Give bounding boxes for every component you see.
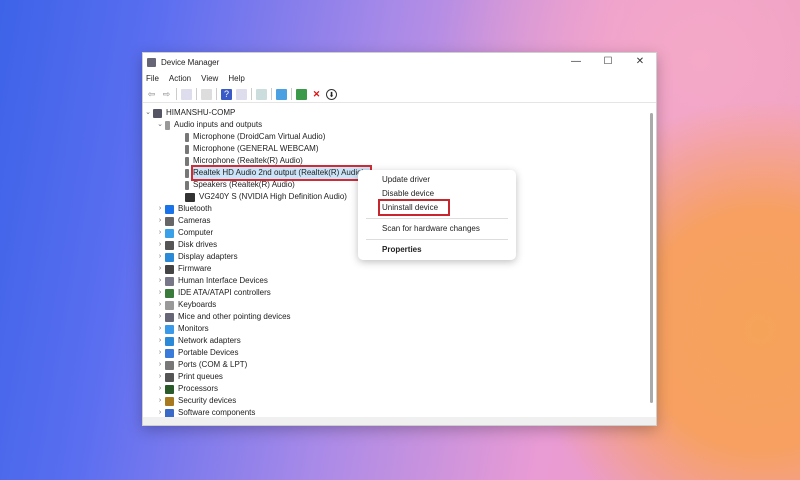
- category-icon: [165, 288, 174, 298]
- category-icon: [165, 300, 174, 310]
- category-item[interactable]: › Security devices: [143, 395, 646, 407]
- chevron-right-icon[interactable]: ›: [155, 287, 165, 299]
- forward-icon[interactable]: ⇨: [161, 89, 172, 100]
- chevron-right-icon[interactable]: ›: [155, 203, 165, 215]
- chevron-right-icon[interactable]: ›: [155, 311, 165, 323]
- monitor-icon[interactable]: [276, 88, 287, 100]
- horizontal-scrollbar[interactable]: [143, 417, 656, 425]
- chevron-right-icon[interactable]: ›: [155, 275, 165, 287]
- speaker-icon: [165, 120, 170, 130]
- show-hidden-icon[interactable]: [201, 88, 212, 100]
- chevron-right-icon[interactable]: ›: [155, 395, 165, 407]
- chevron-down-icon[interactable]: ⌄: [155, 119, 165, 131]
- menu-disable-device[interactable]: Disable device: [358, 187, 516, 201]
- category-icon: [165, 336, 174, 346]
- maximize-button[interactable]: ☐: [592, 53, 624, 71]
- view-icon[interactable]: [236, 88, 247, 100]
- category-icon: [165, 264, 174, 274]
- audio-device-item[interactable]: Microphone (DroidCam Virtual Audio): [143, 131, 646, 143]
- help-icon[interactable]: ?: [221, 88, 232, 100]
- category-icon: [165, 372, 174, 382]
- audio-device-item[interactable]: Microphone (GENERAL WEBCAM): [143, 143, 646, 155]
- category-icon: [165, 228, 174, 238]
- menu-update-driver[interactable]: Update driver: [358, 173, 516, 187]
- category-icon: [165, 348, 174, 358]
- category-item[interactable]: › IDE ATA/ATAPI controllers: [143, 287, 646, 299]
- chevron-right-icon[interactable]: ›: [155, 359, 165, 371]
- vertical-scrollbar[interactable]: [650, 113, 653, 403]
- menu-file[interactable]: File: [146, 74, 159, 83]
- device-tree: ⌄ HIMANSHU-COMP ⌄ Audio inputs and outputs…: [143, 107, 646, 417]
- chevron-right-icon[interactable]: ›: [155, 407, 165, 417]
- window-title: Device Manager: [161, 57, 220, 67]
- chevron-right-icon[interactable]: ›: [155, 347, 165, 359]
- monitor-icon: [185, 192, 195, 202]
- menu-view[interactable]: View: [201, 74, 218, 83]
- update-driver-icon[interactable]: [296, 88, 307, 100]
- selected-device-label: Realtek HD Audio 2nd output (Realtek(R) …: [190, 165, 373, 181]
- category-icon: [165, 240, 174, 250]
- category-icon: [165, 324, 174, 334]
- chevron-right-icon[interactable]: ›: [155, 383, 165, 395]
- chevron-right-icon[interactable]: ›: [155, 263, 165, 275]
- download-icon[interactable]: ⬇: [326, 88, 337, 100]
- properties-icon[interactable]: [181, 88, 192, 100]
- chevron-right-icon[interactable]: ›: [155, 215, 165, 227]
- tree-audio[interactable]: ⌄ Audio inputs and outputs: [143, 119, 646, 131]
- menu-help[interactable]: Help: [228, 74, 244, 83]
- category-icon: [165, 204, 174, 214]
- back-icon[interactable]: ⇦: [146, 89, 157, 100]
- device-manager-icon: [147, 57, 156, 67]
- chevron-right-icon[interactable]: ›: [155, 335, 165, 347]
- category-item[interactable]: › Firmware: [143, 263, 646, 275]
- menu-bar: File Action View Help: [143, 71, 656, 86]
- scan-icon[interactable]: [256, 88, 267, 100]
- category-icon: [165, 396, 174, 406]
- chevron-right-icon[interactable]: ›: [155, 299, 165, 311]
- menu-properties[interactable]: Properties: [358, 243, 516, 257]
- headphones-icon: [185, 168, 189, 178]
- category-item[interactable]: › Ports (COM & LPT): [143, 359, 646, 371]
- chevron-right-icon[interactable]: ›: [155, 227, 165, 239]
- category-icon: [165, 216, 174, 226]
- chevron-right-icon[interactable]: ›: [155, 323, 165, 335]
- category-icon: [165, 252, 174, 262]
- chevron-right-icon[interactable]: ›: [155, 371, 165, 383]
- category-item[interactable]: › Mice and other pointing devices: [143, 311, 646, 323]
- category-item[interactable]: › Human Interface Devices: [143, 275, 646, 287]
- computer-icon: [153, 108, 162, 118]
- category-icon: [165, 312, 174, 322]
- category-icon: [165, 408, 174, 417]
- chevron-right-icon[interactable]: ›: [155, 251, 165, 263]
- chevron-down-icon[interactable]: ⌄: [143, 107, 153, 119]
- category-item[interactable]: › Keyboards: [143, 299, 646, 311]
- microphone-icon: [185, 132, 189, 142]
- context-menu: Update driver Disable device Uninstall d…: [358, 170, 516, 260]
- category-icon: [165, 384, 174, 394]
- tree-root[interactable]: ⌄ HIMANSHU-COMP: [143, 107, 646, 119]
- minimize-button[interactable]: —: [560, 53, 592, 71]
- category-item[interactable]: › Processors: [143, 383, 646, 395]
- category-icon: [165, 360, 174, 370]
- title-bar: Device Manager — ☐ ✕: [143, 53, 656, 71]
- close-button[interactable]: ✕: [624, 53, 656, 71]
- menu-scan-hardware[interactable]: Scan for hardware changes: [358, 222, 516, 236]
- category-item[interactable]: › Print queues: [143, 371, 646, 383]
- microphone-icon: [185, 156, 189, 166]
- uninstall-icon[interactable]: ✕: [311, 89, 322, 100]
- menu-action[interactable]: Action: [169, 74, 191, 83]
- toolbar: ⇦ ⇨ ? ✕ ⬇: [143, 86, 656, 103]
- category-icon: [165, 276, 174, 286]
- category-item[interactable]: › Portable Devices: [143, 347, 646, 359]
- chevron-right-icon[interactable]: ›: [155, 239, 165, 251]
- category-item[interactable]: › Network adapters: [143, 335, 646, 347]
- category-item[interactable]: › Monitors: [143, 323, 646, 335]
- menu-divider: [366, 239, 508, 240]
- audio-device-item[interactable]: Microphone (Realtek(R) Audio): [143, 155, 646, 167]
- menu-uninstall-device[interactable]: Uninstall device: [358, 199, 516, 216]
- microphone-icon: [185, 144, 189, 154]
- menu-divider: [366, 218, 508, 219]
- microphone-icon: [185, 180, 189, 190]
- category-item[interactable]: › Software components: [143, 407, 646, 417]
